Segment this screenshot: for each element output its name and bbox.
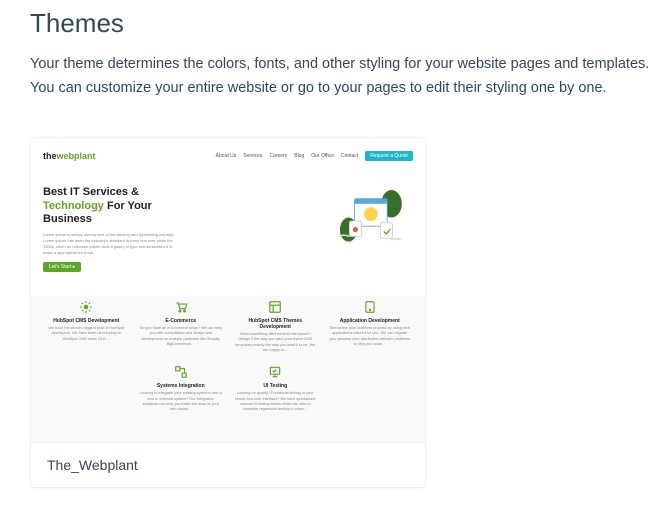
- mini-nav-item: About Us: [216, 153, 237, 159]
- sprocket-icon: [79, 300, 93, 314]
- mini-feature: UI Testing Looking for quality? Function…: [232, 365, 319, 412]
- mini-hero-title: Best IT Services & Technology For Your B…: [43, 186, 309, 227]
- mini-feature: HubSpot CMS Development We have the worl…: [43, 300, 130, 353]
- theme-name: The_Webplant: [31, 442, 425, 487]
- mini-feature: HubSpot CMS Themes Development Want some…: [232, 300, 319, 353]
- page-description: Your theme determines the colors, fonts,…: [30, 53, 666, 101]
- mini-feature: Systems Integration Looking to integrate…: [138, 365, 225, 412]
- mini-nav-item: Services: [243, 153, 262, 159]
- testing-icon: [268, 365, 282, 379]
- mini-nav: thewebplant About Us Services Careers Bl…: [43, 148, 413, 164]
- mini-hero-subtitle: Lorem ipsum is simply dummy text of the …: [43, 232, 183, 256]
- theme-card[interactable]: thewebplant About Us Services Careers Bl…: [30, 137, 426, 488]
- mini-hero-illustration: [327, 186, 413, 256]
- cart-icon: [174, 300, 188, 314]
- mini-hero-cta: Let's Start ▸: [43, 262, 81, 272]
- mini-logo: thewebplant: [43, 151, 96, 161]
- mini-nav-cta: Request a Quote: [365, 151, 413, 161]
- page-title: Themes: [30, 8, 666, 39]
- mini-nav-item: Our Office: [311, 153, 334, 159]
- device-icon: [363, 300, 377, 314]
- mini-nav-item: Blog: [294, 153, 304, 159]
- mini-nav-item: Careers: [269, 153, 287, 159]
- layout-icon: [268, 300, 282, 314]
- theme-preview: thewebplant About Us Services Careers Bl…: [31, 138, 425, 442]
- mini-nav-item: Contact: [341, 153, 358, 159]
- mini-feature: E-Commerce Do you have an e-commerce sho…: [138, 300, 225, 353]
- mini-feature: Application Development Streamline your …: [327, 300, 414, 353]
- integration-icon: [174, 365, 188, 379]
